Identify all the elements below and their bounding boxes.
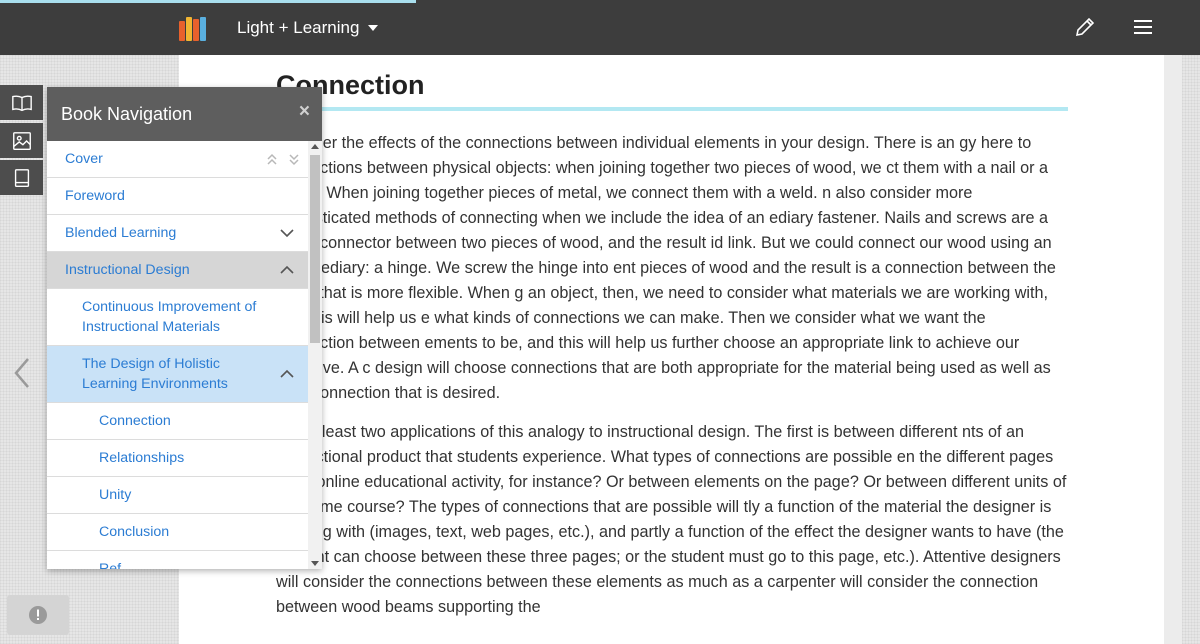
nav-item-label: Instructional Design [65, 261, 190, 278]
open-book-icon [11, 94, 32, 111]
article-paragraph: consider the effects of the connections … [276, 134, 1056, 402]
nav-item-references[interactable]: Ref [47, 551, 308, 569]
notes-button[interactable] [0, 160, 43, 195]
nav-item-conclusion[interactable]: Conclusion [47, 514, 308, 551]
nav-scrollbar[interactable] [308, 141, 322, 569]
nav-item-instructional-design[interactable]: Instructional Design [47, 252, 308, 289]
scroll-up-arrow-icon[interactable] [311, 144, 319, 149]
nav-item-label: The Design of Holistic Learning Environm… [82, 355, 228, 393]
expand-collapse-all-icon[interactable] [264, 152, 302, 168]
nav-item-label: Relationships [99, 449, 185, 466]
nav-item-connection[interactable]: Connection [47, 403, 308, 440]
nav-item-label: Blended Learning [65, 224, 177, 241]
nav-item-label: Foreword [65, 187, 125, 204]
image-icon [12, 131, 31, 150]
previous-page-arrow-icon[interactable] [10, 356, 34, 390]
pencil-icon[interactable] [1073, 15, 1097, 39]
top-bar: Light + Learning [0, 0, 1200, 55]
page-title: Connection [276, 65, 1068, 111]
article: Connection consider the effects of the c… [276, 65, 1068, 620]
chevron-up-icon[interactable] [280, 367, 294, 381]
page-scrollbar[interactable] [1164, 55, 1182, 644]
nav-item-label: Conclusion [99, 523, 170, 540]
reading-progress-line [0, 0, 416, 3]
feedback-button[interactable] [7, 595, 69, 635]
exclamation-circle-icon [29, 606, 47, 624]
scroll-down-arrow-icon[interactable] [311, 561, 319, 566]
nav-item-blended-learning[interactable]: Blended Learning [47, 215, 308, 252]
chevron-up-icon[interactable] [280, 263, 294, 277]
book-title: Light + Learning [237, 18, 360, 37]
close-icon[interactable]: × [299, 102, 310, 122]
nav-item-label: Unity [99, 486, 132, 503]
hamburger-menu-icon[interactable] [1131, 15, 1155, 39]
nav-item-label: Cover [65, 150, 103, 167]
book-navigation-panel: Book Navigation × Cover Foreword Blended… [47, 87, 322, 569]
notebook-icon [14, 168, 29, 187]
nav-title: Book Navigation [61, 103, 193, 124]
media-button[interactable] [0, 123, 43, 158]
nav-item-unity[interactable]: Unity [47, 477, 308, 514]
nav-item-holistic-learning-environments[interactable]: The Design of Holistic Learning Environm… [47, 346, 308, 403]
nav-item-label: Ref [99, 560, 122, 569]
nav-item-foreword[interactable]: Foreword [47, 178, 308, 215]
nav-scrollbar-thumb[interactable] [310, 155, 320, 343]
nav-item-label: Continuous Improvement of Instructional … [82, 298, 257, 336]
caret-down-icon [368, 25, 379, 31]
nav-item-cover[interactable]: Cover [47, 141, 308, 178]
nav-item-continuous-improvement[interactable]: Continuous Improvement of Instructional … [47, 289, 308, 346]
book-navigation-button[interactable] [0, 85, 43, 120]
article-paragraph: are at least two applications of this an… [276, 423, 1067, 616]
nav-item-relationships[interactable]: Relationships [47, 440, 308, 477]
nav-header: Book Navigation × [47, 87, 322, 141]
books-logo-icon[interactable] [178, 15, 208, 41]
book-title-dropdown[interactable]: Light + Learning [237, 16, 379, 40]
nav-list: Cover Foreword Blended Learning Instruct… [47, 141, 308, 569]
chevron-down-icon[interactable] [280, 226, 294, 240]
content-page: Connection consider the effects of the c… [179, 55, 1164, 644]
nav-item-label: Connection [99, 412, 171, 429]
